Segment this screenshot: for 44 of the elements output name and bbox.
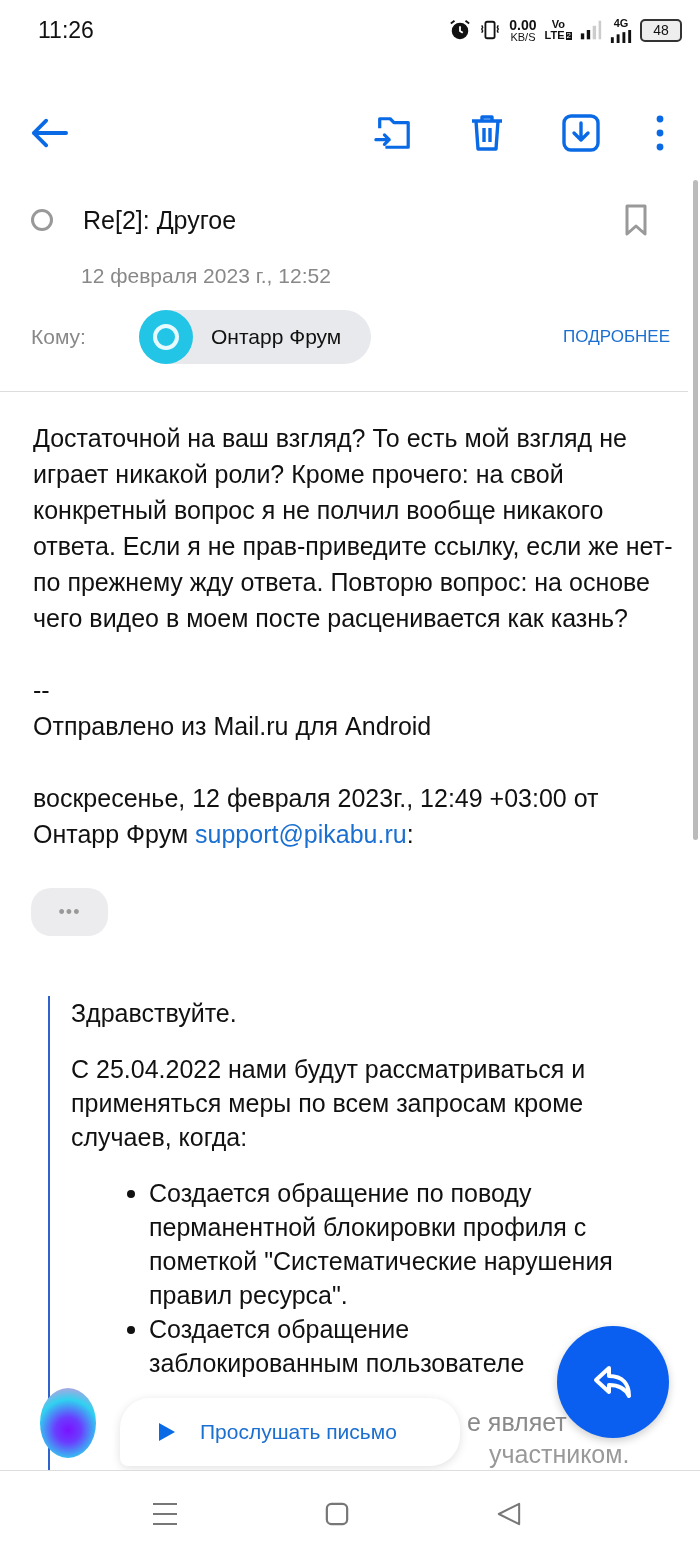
recipient-chip[interactable]: Онтарр Фрум — [139, 310, 372, 364]
body-text: Достаточной на ваш взгляд? То есть мой взгляд не играет никакой роли? Кроме прочего: на свой конкретный вопрос я не полчил вообще никакого ответа. Если я не прав-приведите ссылку, если же нет-по прежнему жду ответа. Повторю вопрос: на основе чего видео в моем посте расценивается как казнь? — [33, 423, 674, 634]
menu-icon[interactable] — [152, 1501, 178, 1526]
speed-value: 0.00 — [509, 17, 537, 32]
volte-label: Vo — [551, 19, 565, 30]
back-icon[interactable] — [30, 117, 68, 149]
reply-icon — [593, 1364, 633, 1400]
avatar — [139, 310, 193, 364]
signal-icon — [580, 19, 602, 41]
body-text: -- — [33, 675, 51, 706]
quote-text: С 25.04.2022 нами будут рассматриваться и применяться меры по всем запросам кроме случаев, когда: — [71, 1054, 587, 1153]
bookmark-icon[interactable] — [624, 203, 648, 237]
listen-button[interactable]: Прослушать письмо — [120, 1398, 460, 1466]
speed-unit: KB/S — [510, 31, 536, 43]
details-link[interactable]: ПОДРОБНЕЕ — [563, 327, 670, 347]
move-to-folder-icon[interactable] — [374, 114, 412, 152]
date: 12 февраля 2023 г., 12:52 — [81, 264, 332, 288]
battery-level: 48 — [653, 22, 669, 38]
vibrate-icon — [479, 19, 502, 41]
home-icon[interactable] — [324, 1501, 350, 1526]
clock-time: 11:26 — [38, 16, 94, 44]
body-text: Отправлено из Mail.ru для Android — [33, 711, 433, 742]
signal-icon — [610, 29, 632, 43]
download-icon[interactable] — [562, 114, 600, 152]
back-nav-icon[interactable] — [496, 1501, 522, 1526]
scrollbar[interactable] — [693, 180, 698, 840]
lte-label: LTE — [544, 30, 565, 41]
bullet — [127, 1190, 135, 1198]
quote-text: Здравствуйте. — [71, 998, 238, 1029]
bullet — [127, 1326, 135, 1334]
faded-text: участником. — [489, 1439, 630, 1470]
more-icon[interactable] — [656, 114, 664, 152]
to-label: Кому: — [31, 325, 87, 349]
alarm-icon — [449, 19, 472, 41]
list-item-text: Создается обращение заблокированным пользователе — [149, 1314, 525, 1379]
body-text: воскресенье, 12 февраля 2023г., 12:49 +03:00 от Онтарр Фрум support@pikabu.ru: — [33, 783, 600, 850]
play-icon — [158, 1422, 176, 1442]
faded-text: е являет — [467, 1407, 567, 1438]
sim-badge: 2 — [565, 31, 572, 40]
unread-indicator[interactable] — [31, 209, 53, 231]
email-link[interactable]: support@pikabu.ru — [195, 820, 407, 848]
list-item-text: Создается обращение по поводу перманентной блокировки профиля с пометкой "Систематические нарушения правил ресурса". — [149, 1178, 614, 1311]
network-type: 4G — [613, 17, 629, 29]
subject: Re[2]: Другое — [83, 205, 237, 235]
